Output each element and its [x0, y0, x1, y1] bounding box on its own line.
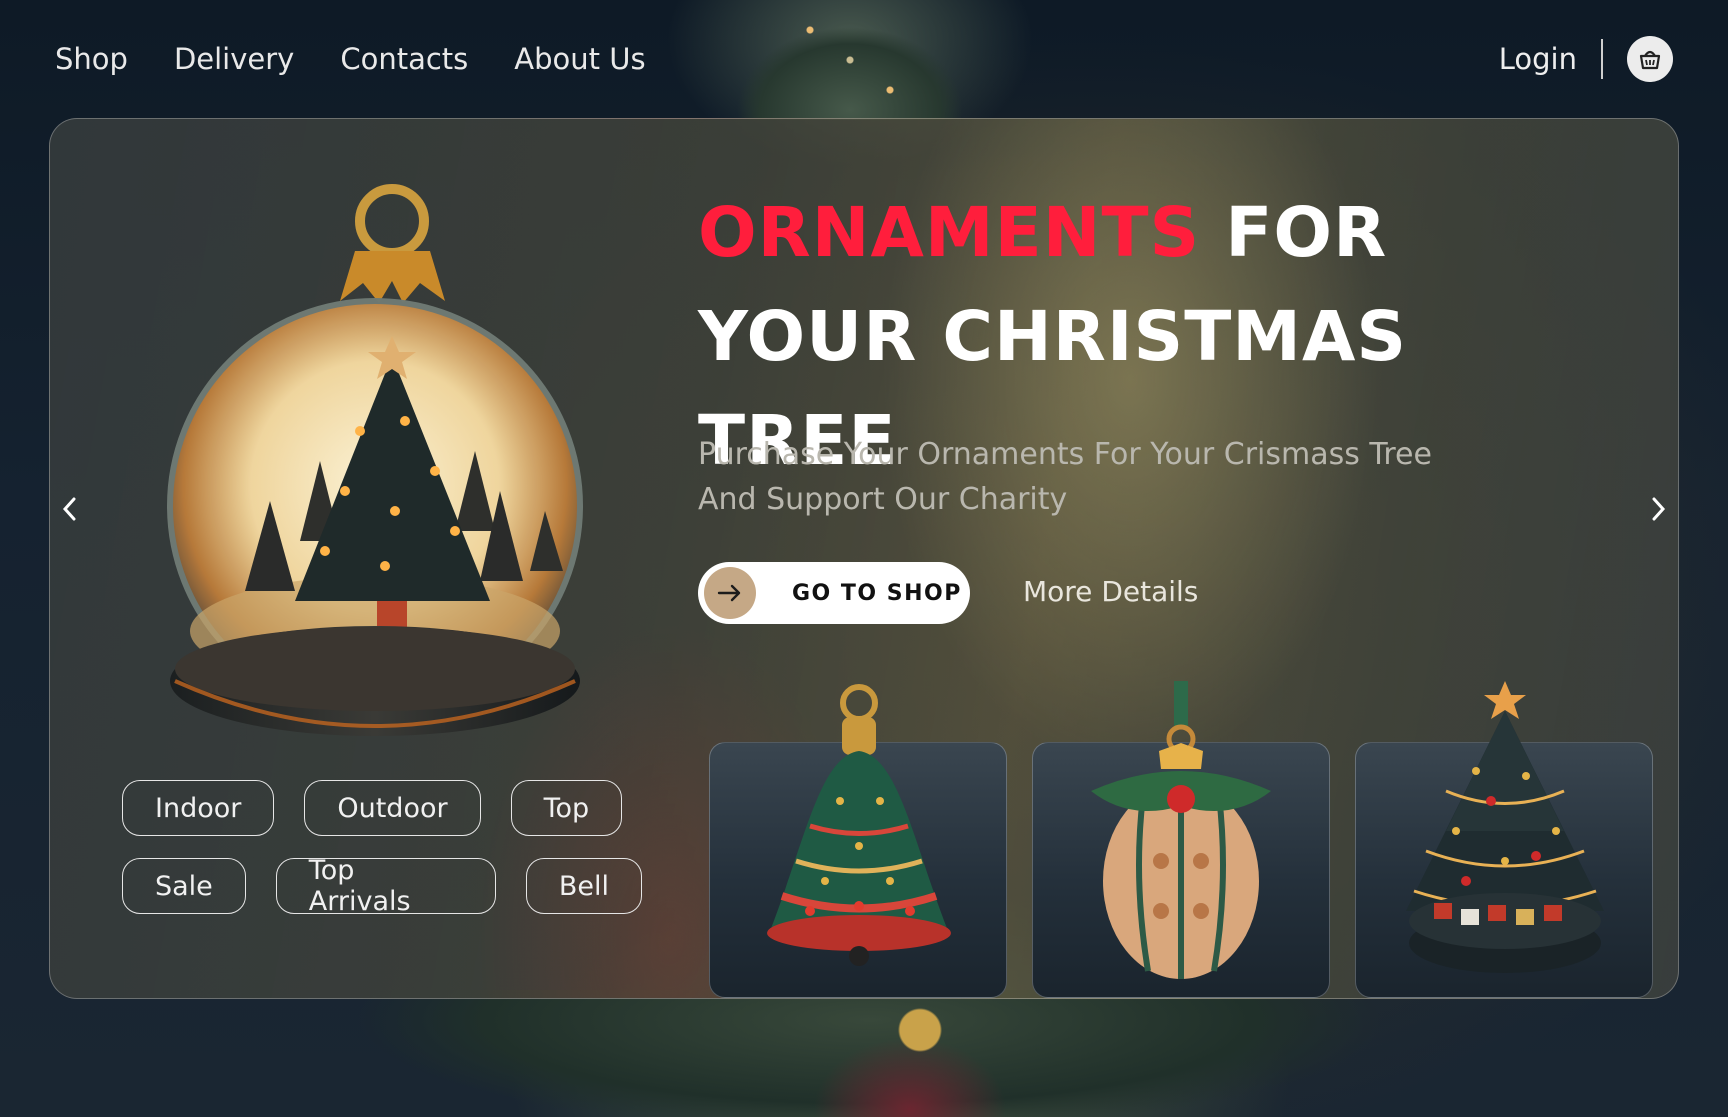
tag-bell[interactable]: Bell	[525, 858, 642, 914]
arrow-right-icon	[704, 567, 756, 619]
nav-link-contacts[interactable]: Contacts	[340, 42, 468, 76]
christmas-tree-image	[1406, 681, 1604, 973]
category-tags: Indoor Outdoor Top Sale Top Arrivals Bel…	[122, 780, 642, 936]
login-link[interactable]: Login	[1499, 42, 1577, 76]
carousel-next-button[interactable]	[1638, 489, 1678, 529]
go-to-shop-label: GO TO SHOP	[792, 580, 962, 606]
subtitle-line2: And Support Our Charity	[698, 482, 1068, 517]
headline-line1-rest: FOR	[1200, 193, 1388, 273]
headline-highlight: ORNAMENTS	[698, 193, 1201, 273]
nav-divider	[1601, 39, 1603, 79]
nav-link-about-us[interactable]: About Us	[514, 42, 645, 76]
tag-row: Sale Top Arrivals Bell	[122, 855, 642, 917]
product-card-bell[interactable]	[709, 684, 1007, 998]
go-to-shop-button[interactable]: GO TO SHOP	[698, 562, 970, 624]
product-card-tree[interactable]	[1355, 681, 1653, 998]
snow-globe-image	[145, 171, 605, 751]
more-details-link[interactable]: More Details	[1023, 575, 1198, 608]
nav-right: Login	[1499, 36, 1673, 82]
basket-icon	[1639, 50, 1661, 70]
tag-outdoor[interactable]: Outdoor	[304, 780, 481, 836]
tag-top[interactable]: Top	[510, 780, 623, 836]
background-tree-bottom	[230, 990, 1510, 1117]
product-card-ornament[interactable]	[1032, 681, 1330, 998]
top-navigation: Shop Delivery Contacts About Us Login	[0, 0, 1728, 118]
tag-row: Indoor Outdoor Top	[122, 780, 642, 836]
nav-link-delivery[interactable]: Delivery	[174, 42, 294, 76]
nav-link-shop[interactable]: Shop	[55, 42, 128, 76]
carousel-prev-button[interactable]	[50, 489, 90, 529]
subtitle-line1: Purchase Your Ornaments For Your Crismas…	[698, 437, 1432, 472]
hero-card: ORNAMENTS FOR YOUR CHRISTMAS TREE Purcha…	[49, 118, 1679, 999]
cart-button[interactable]	[1627, 36, 1673, 82]
nav-links: Shop Delivery Contacts About Us	[55, 42, 646, 76]
egg-ornament-image	[1091, 681, 1271, 979]
tag-top-arrivals[interactable]: Top Arrivals	[275, 855, 496, 917]
product-cards	[709, 681, 1653, 998]
tag-sale[interactable]: Sale	[122, 858, 246, 914]
chevron-right-icon	[1652, 497, 1666, 521]
bell-ornament-image	[767, 684, 951, 966]
chevron-left-icon	[62, 497, 76, 521]
hero-subtitle: Purchase Your Ornaments For Your Crismas…	[698, 432, 1458, 522]
tag-indoor[interactable]: Indoor	[122, 780, 275, 836]
